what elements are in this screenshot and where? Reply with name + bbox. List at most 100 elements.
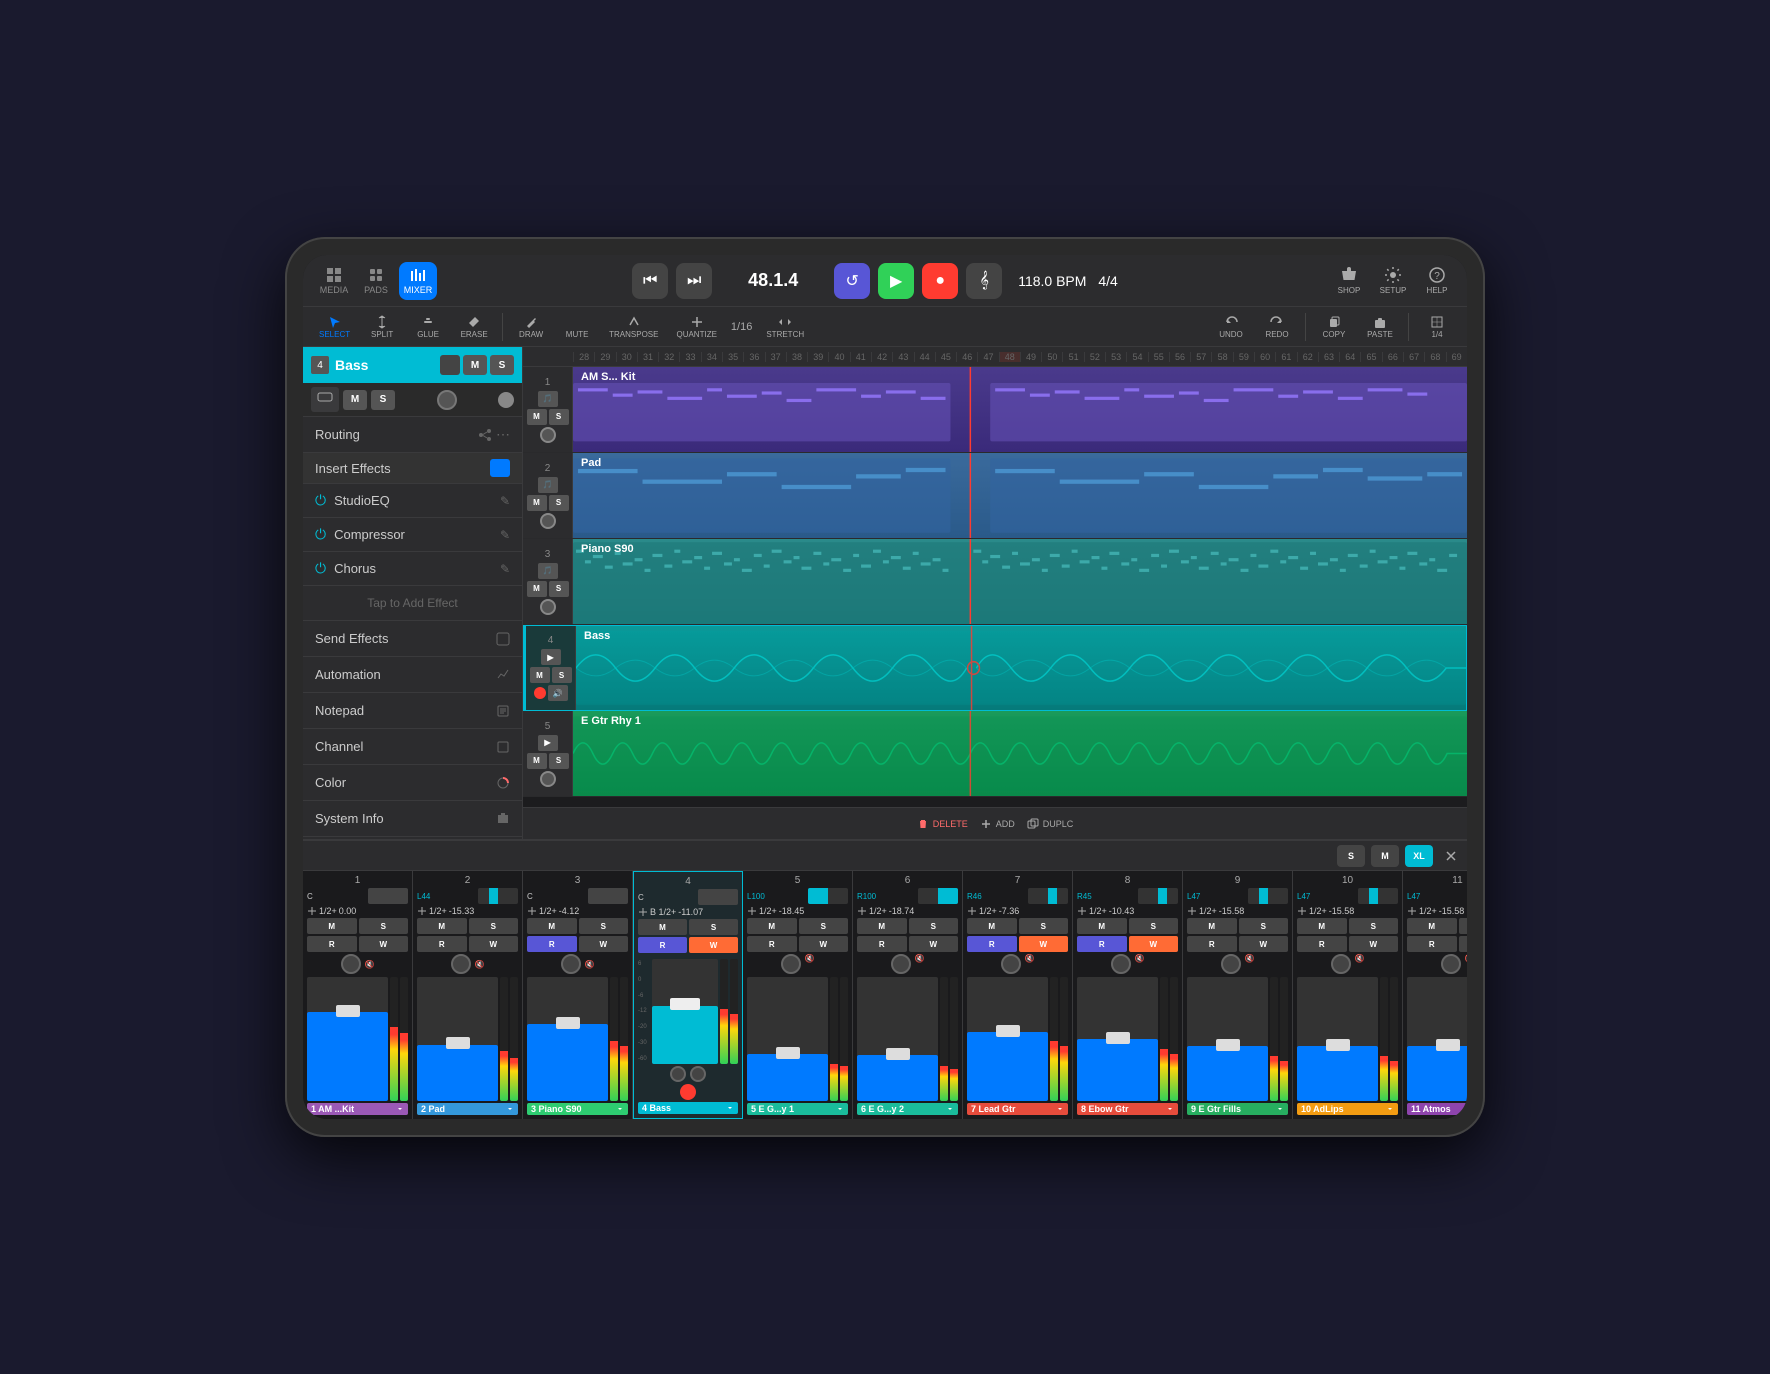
channel-strip-3[interactable]: 3 C 1/2+ -4.12 M S bbox=[523, 871, 633, 1119]
track-5-send-knob[interactable] bbox=[540, 771, 556, 787]
track-1-mute-btn[interactable]: M bbox=[527, 409, 547, 425]
tracks-container[interactable]: 1 🎵 M S bbox=[523, 367, 1467, 807]
ch9-fader[interactable] bbox=[1187, 977, 1268, 1101]
ch9-pan-knob[interactable] bbox=[1248, 888, 1288, 904]
channel-strip-7[interactable]: 7 R46 1/2+ -7.36 M S bbox=[963, 871, 1073, 1119]
record-enable-btn[interactable] bbox=[498, 392, 514, 408]
mixer-close-icon[interactable] bbox=[1443, 848, 1459, 864]
compressor-row[interactable]: ⏻ Compressor ✎ bbox=[303, 518, 522, 552]
help-button[interactable]: ? HELP bbox=[1419, 263, 1455, 299]
ch3-read[interactable]: R bbox=[527, 936, 577, 952]
ch8-pan-knob[interactable] bbox=[1138, 888, 1178, 904]
ch2-fader[interactable] bbox=[417, 977, 498, 1101]
duplicate-btn[interactable]: DUPLC bbox=[1027, 818, 1074, 830]
ch3-pan-knob[interactable] bbox=[588, 888, 628, 904]
tap-to-add-effect[interactable]: Tap to Add Effect bbox=[303, 586, 522, 621]
undo-tool[interactable]: UNDO bbox=[1209, 313, 1253, 341]
ch9-solo[interactable]: S bbox=[1239, 918, 1289, 934]
track-3-solo-btn[interactable]: S bbox=[549, 581, 569, 597]
compressor-power[interactable]: ⏻ bbox=[315, 526, 326, 543]
ch3-label[interactable]: 3 Piano S90 bbox=[527, 1103, 628, 1115]
ch10-mute[interactable]: M bbox=[1297, 918, 1347, 934]
ch6-label[interactable]: 6 E G...y 2 bbox=[857, 1103, 958, 1115]
ch2-mute[interactable]: M bbox=[417, 918, 467, 934]
ch7-send-knob[interactable] bbox=[1001, 954, 1021, 974]
track-4-play-btn[interactable]: ▶ bbox=[541, 649, 561, 665]
color-row[interactable]: Color bbox=[303, 765, 522, 801]
track-2-content[interactable]: Pad bbox=[573, 453, 1467, 538]
stretch-tool[interactable]: STRETCH bbox=[758, 313, 812, 341]
ch6-solo[interactable]: S bbox=[909, 918, 959, 934]
ch4-rec-btn[interactable] bbox=[680, 1084, 696, 1100]
ch10-solo[interactable]: S bbox=[1349, 918, 1399, 934]
system-info-row[interactable]: System Info bbox=[303, 801, 522, 837]
ch10-write[interactable]: W bbox=[1349, 936, 1399, 952]
track-1-solo-btn[interactable]: S bbox=[549, 409, 569, 425]
select-tool[interactable]: SELECT bbox=[311, 313, 358, 341]
ch1-write[interactable]: W bbox=[359, 936, 409, 952]
ch9-label[interactable]: 9 E Gtr Fills bbox=[1187, 1103, 1288, 1115]
track-5-mute-btn[interactable]: M bbox=[527, 753, 547, 769]
track-3-mute-btn[interactable]: M bbox=[527, 581, 547, 597]
track-4-solo-btn[interactable]: S bbox=[552, 667, 572, 683]
ch1-mute[interactable]: M bbox=[307, 918, 357, 934]
ch6-pan-knob[interactable] bbox=[918, 888, 958, 904]
send-effects-row[interactable]: Send Effects bbox=[303, 621, 522, 657]
channel-strip-6[interactable]: 6 R100 1/2+ -18.74 M S bbox=[853, 871, 963, 1119]
studio-eq-power[interactable]: ⏻ bbox=[315, 492, 326, 509]
ch9-write[interactable]: W bbox=[1239, 936, 1289, 952]
channel-s-btn[interactable]: S bbox=[371, 390, 395, 410]
track-4-content[interactable]: Bass bbox=[576, 626, 1466, 710]
ch3-send-knob[interactable] bbox=[561, 954, 581, 974]
ch10-label[interactable]: 10 AdLips bbox=[1297, 1103, 1398, 1115]
size-xl-btn[interactable]: XL bbox=[1405, 845, 1433, 867]
ch1-send-knob[interactable] bbox=[341, 954, 361, 974]
ch4-read[interactable]: R bbox=[638, 937, 687, 953]
ch5-mute[interactable]: M bbox=[747, 918, 797, 934]
pads-nav-button[interactable]: PADS bbox=[357, 262, 395, 300]
ch10-read[interactable]: R bbox=[1297, 936, 1347, 952]
ch9-send-knob[interactable] bbox=[1221, 954, 1241, 974]
mute-tool[interactable]: MUTE bbox=[555, 313, 599, 341]
track-mute-btn[interactable]: M bbox=[463, 355, 487, 375]
delete-btn[interactable]: DELETE bbox=[917, 818, 968, 830]
ch5-read[interactable]: R bbox=[747, 936, 797, 952]
ch4-mute[interactable]: M bbox=[638, 919, 687, 935]
quantize-tool[interactable]: QUANTIZE bbox=[668, 313, 724, 341]
size-s-btn[interactable]: S bbox=[1337, 845, 1365, 867]
ch6-send-knob[interactable] bbox=[891, 954, 911, 974]
ch1-solo[interactable]: S bbox=[359, 918, 409, 934]
studio-eq-edit[interactable]: ✎ bbox=[500, 494, 510, 508]
split-tool[interactable]: SPLIT bbox=[360, 313, 404, 341]
channel-strip-11[interactable]: 11 L47 1/2+ -15.58 M S bbox=[1403, 871, 1467, 1119]
ch3-fader[interactable] bbox=[527, 977, 608, 1101]
shop-button[interactable]: SHOP bbox=[1331, 263, 1367, 299]
copy-tool[interactable]: COPY bbox=[1312, 313, 1356, 341]
track-1-midi-btn[interactable]: 🎵 bbox=[538, 391, 558, 407]
paste-tool[interactable]: PASTE bbox=[1358, 313, 1402, 341]
goto-end-button[interactable]: ⏭ bbox=[676, 263, 712, 299]
glue-tool[interactable]: GLUE bbox=[406, 313, 450, 341]
ch11-write[interactable]: W bbox=[1459, 936, 1468, 952]
track-1-content[interactable]: AM S... Kit bbox=[573, 367, 1467, 452]
channel-m-btn[interactable]: M bbox=[343, 390, 367, 410]
ch4-solo[interactable]: S bbox=[689, 919, 738, 935]
ch2-solo[interactable]: S bbox=[469, 918, 519, 934]
add-insert-effect-btn[interactable] bbox=[490, 459, 510, 477]
goto-start-button[interactable]: ⏮ bbox=[632, 263, 668, 299]
redo-tool[interactable]: REDO bbox=[1255, 313, 1299, 341]
mixer-channels[interactable]: 1 C 1/2+ 0.00 M S bbox=[303, 871, 1467, 1119]
ch1-label[interactable]: 1 AM ...Kit bbox=[307, 1103, 408, 1115]
media-nav-button[interactable]: MEDIA bbox=[315, 262, 353, 300]
ch5-label[interactable]: 5 E G...y 1 bbox=[747, 1103, 848, 1115]
ch11-label[interactable]: 11 Atmos bbox=[1407, 1103, 1467, 1115]
ch2-read[interactable]: R bbox=[417, 936, 467, 952]
track-2-midi-btn[interactable]: 🎵 bbox=[538, 477, 558, 493]
ch5-solo[interactable]: S bbox=[799, 918, 849, 934]
midi-button[interactable] bbox=[311, 387, 339, 412]
track-2-send-knob[interactable] bbox=[540, 513, 556, 529]
ch2-send-knob[interactable] bbox=[451, 954, 471, 974]
ch6-read[interactable]: R bbox=[857, 936, 907, 952]
track-4-record-btn[interactable] bbox=[534, 687, 546, 699]
ch5-send-knob[interactable] bbox=[781, 954, 801, 974]
